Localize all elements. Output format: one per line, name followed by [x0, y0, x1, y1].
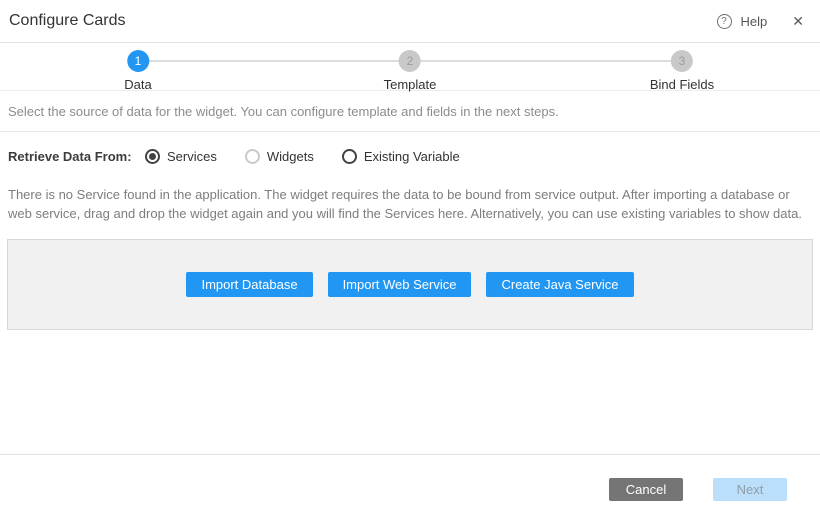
help-icon[interactable]: ?	[717, 14, 732, 29]
radio-option-widgets[interactable]: Widgets	[245, 149, 314, 164]
page-title: Configure Cards	[9, 12, 126, 30]
step-bind-fields[interactable]: 3 Bind Fields	[650, 50, 714, 92]
radio-option-services[interactable]: Services	[145, 149, 217, 164]
retrieve-data-row: Retrieve Data From: Services Widgets Exi…	[0, 132, 820, 166]
step-1-label: Data	[124, 77, 151, 92]
step-1-circle: 1	[127, 50, 149, 72]
next-button[interactable]: Next	[713, 478, 787, 501]
create-java-service-button[interactable]: Create Java Service	[486, 272, 633, 297]
dialog-header: Configure Cards ? Help ✕	[0, 0, 820, 43]
close-icon[interactable]: ✕	[792, 14, 804, 28]
import-web-service-button[interactable]: Import Web Service	[328, 272, 472, 297]
footer-actions: Cancel Next	[0, 455, 820, 501]
step-2-label: Template	[384, 77, 437, 92]
step-data[interactable]: 1 Data	[124, 50, 151, 92]
widgets-radio-label: Widgets	[267, 149, 314, 164]
step-template[interactable]: 2 Template	[384, 50, 437, 92]
service-actions-panel: Import Database Import Web Service Creat…	[7, 239, 813, 330]
retrieve-data-label: Retrieve Data From:	[8, 149, 145, 164]
import-database-button[interactable]: Import Database	[186, 272, 312, 297]
intro-text: Select the source of data for the widget…	[0, 91, 820, 132]
step-3-label: Bind Fields	[650, 77, 714, 92]
wizard-stepper: 1 Data 2 Template 3 Bind Fields	[0, 43, 820, 91]
radio-option-existing-variable[interactable]: Existing Variable	[342, 149, 460, 164]
header-actions: ? Help ✕	[717, 14, 804, 29]
help-link[interactable]: Help	[741, 14, 768, 29]
step-3-circle: 3	[671, 50, 693, 72]
data-source-radio-group: Services Widgets Existing Variable	[145, 149, 488, 164]
widgets-radio	[245, 149, 260, 164]
services-radio-label: Services	[167, 149, 217, 164]
step-2-circle: 2	[399, 50, 421, 72]
services-radio[interactable]	[145, 149, 160, 164]
no-service-notice: There is no Service found in the applica…	[8, 185, 812, 223]
existing-variable-radio[interactable]	[342, 149, 357, 164]
cancel-button[interactable]: Cancel	[609, 478, 683, 501]
configure-cards-dialog: Configure Cards ? Help ✕ 1 Data 2 Templa…	[0, 0, 820, 524]
existing-variable-radio-label: Existing Variable	[364, 149, 460, 164]
